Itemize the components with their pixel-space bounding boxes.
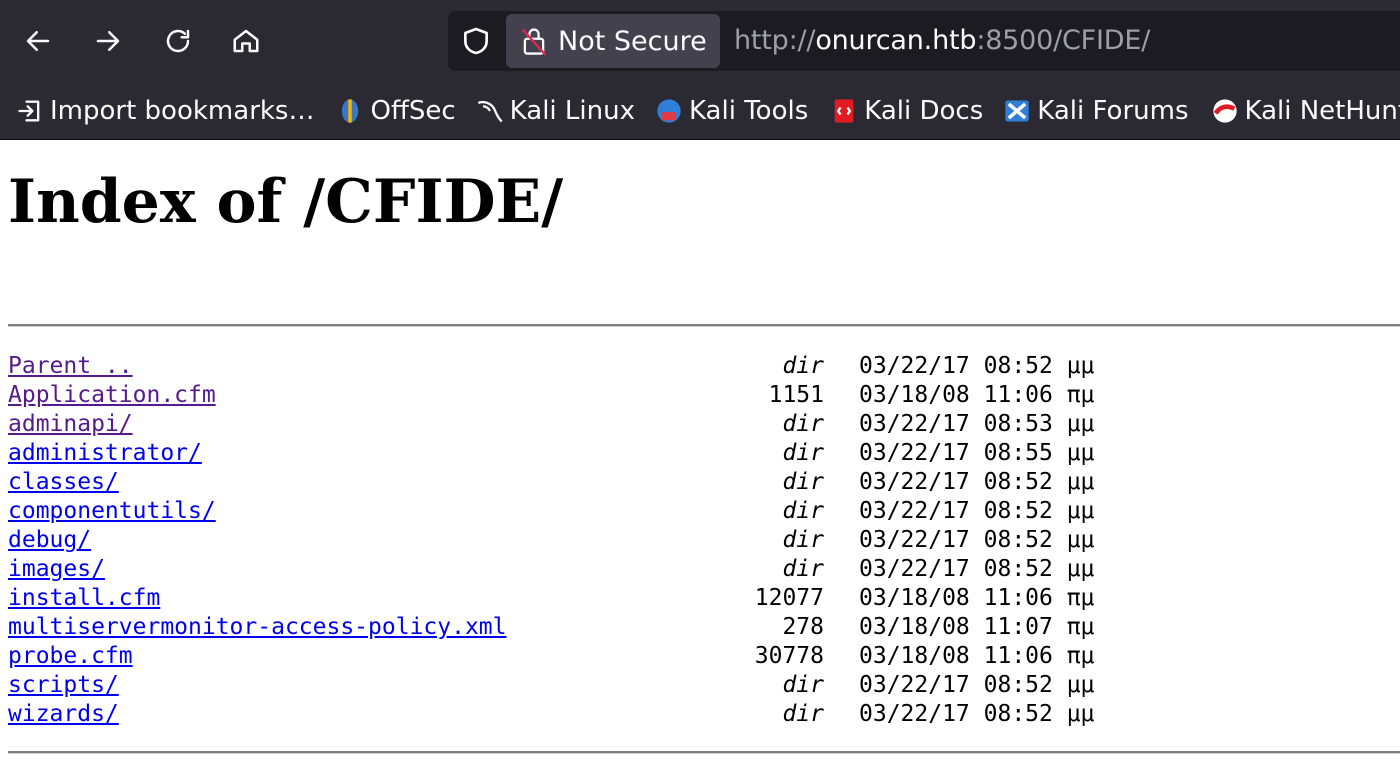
bookmark-label: OffSec <box>370 96 456 126</box>
insecure-lock-icon <box>521 28 547 56</box>
table-row: wizards/dir 03/22/17 08:52 μμ <box>8 700 1208 729</box>
page-content: Index of /CFIDE/ <box>0 140 1400 238</box>
file-size: dir <box>782 411 824 437</box>
kali-dragon-icon <box>476 97 504 125</box>
file-link[interactable]: probe.cfm <box>8 643 133 669</box>
bookmark-kali-linux[interactable]: Kali Linux <box>468 96 647 126</box>
url-path: :8500/CFIDE/ <box>976 25 1151 56</box>
table-row: install.cfm 12077 03/18/08 11:06 πμ <box>8 584 1208 613</box>
file-date: 03/22/17 08:52 μμ <box>859 353 1095 379</box>
file-size: dir <box>782 469 824 495</box>
file-date: 03/22/17 08:55 μμ <box>859 440 1095 466</box>
kali-tools-icon <box>655 97 683 125</box>
table-row: Parent .. dir 03/22/17 08:52 μμ <box>8 352 1208 381</box>
forward-button[interactable] <box>83 16 133 66</box>
page-title: Index of /CFIDE/ <box>8 167 564 237</box>
file-size: dir <box>782 556 824 582</box>
back-arrow-icon <box>26 31 50 51</box>
kali-forums-icon <box>1003 97 1031 125</box>
file-date: 03/18/08 11:06 πμ <box>859 382 1095 408</box>
bookmark-kali-docs[interactable]: Kali Docs <box>820 96 995 126</box>
directory-listing: Parent .. dir 03/22/17 08:52 μμ Application… <box>8 352 1208 729</box>
file-date: 03/22/17 08:52 μμ <box>859 556 1095 582</box>
table-row: administrator/dir 03/22/17 08:55 μμ <box>8 439 1208 468</box>
kali-docs-icon <box>830 97 858 125</box>
bookmark-label: Kali NetHunter <box>1244 96 1400 126</box>
bookmark-label: Import bookmarks… <box>50 96 315 126</box>
home-icon <box>233 29 259 53</box>
reload-icon <box>166 29 190 53</box>
url-host: onurcan.htb <box>815 25 977 56</box>
site-security-button[interactable]: Not Secure <box>506 14 720 68</box>
url-text[interactable]: http://onurcan.htb:8500/CFIDE/ <box>734 11 1150 71</box>
table-row: debug/dir 03/22/17 08:52 μμ <box>8 526 1208 555</box>
file-size: 278 <box>782 614 824 640</box>
file-link[interactable]: multiservermonitor-access-policy.xml <box>8 614 507 640</box>
home-button[interactable] <box>221 16 271 66</box>
forward-arrow-icon <box>96 31 120 51</box>
file-link[interactable]: images/ <box>8 556 105 582</box>
file-link[interactable]: Application.cfm <box>8 382 216 408</box>
table-row: adminapi/dir 03/22/17 08:53 μμ <box>8 410 1208 439</box>
nav-toolbar: Not Secure http://onurcan.htb:8500/CFIDE… <box>0 0 1400 82</box>
file-link[interactable]: adminapi/ <box>8 411 133 437</box>
file-size: dir <box>782 672 824 698</box>
table-row: componentutils/dir 03/22/17 08:52 μμ <box>8 497 1208 526</box>
bookmark-offsec[interactable]: OffSec <box>326 96 467 126</box>
reload-button[interactable] <box>153 16 203 66</box>
file-link[interactable]: wizards/ <box>8 701 119 727</box>
file-link[interactable]: install.cfm <box>8 585 160 611</box>
file-size: dir <box>782 527 824 553</box>
table-row: scripts/dir 03/22/17 08:52 μμ <box>8 671 1208 700</box>
file-date: 03/18/08 11:06 πμ <box>859 585 1095 611</box>
table-row: images/dir 03/22/17 08:52 μμ <box>8 555 1208 584</box>
url-bar[interactable]: Not Secure http://onurcan.htb:8500/CFIDE… <box>448 11 1400 71</box>
bookmark-kali-nethunter[interactable]: Kali NetHunter <box>1201 96 1400 126</box>
table-row: multiservermonitor-access-policy.xml 278 0… <box>8 613 1208 642</box>
bookmark-label: Kali Tools <box>688 96 809 126</box>
file-link[interactable]: componentutils/ <box>8 498 216 524</box>
bookmark-kali-tools[interactable]: Kali Tools <box>647 96 820 126</box>
file-size: 12077 <box>754 585 824 611</box>
table-row: probe.cfm 30778 03/18/08 11:06 πμ <box>8 642 1208 671</box>
chrome-divider <box>0 139 1400 140</box>
file-date: 03/18/08 11:06 πμ <box>859 643 1095 669</box>
top-rule <box>8 324 1400 327</box>
file-date: 03/22/17 08:53 μμ <box>859 411 1095 437</box>
table-row: classes/dir 03/22/17 08:52 μμ <box>8 468 1208 497</box>
import-icon <box>16 97 44 125</box>
file-link[interactable]: administrator/ <box>8 440 202 466</box>
file-date: 03/22/17 08:52 μμ <box>859 498 1095 524</box>
file-link[interactable]: Parent .. <box>8 353 133 379</box>
kali-nethunter-icon <box>1211 97 1239 125</box>
file-date: 03/22/17 08:52 μμ <box>859 527 1095 553</box>
file-size: dir <box>782 440 824 466</box>
file-size: dir <box>782 498 824 524</box>
offsec-icon <box>336 97 364 125</box>
bookmark-kali-forums[interactable]: Kali Forums <box>995 96 1200 126</box>
file-link[interactable]: scripts/ <box>8 672 119 698</box>
file-date: 03/18/08 11:07 πμ <box>859 614 1095 640</box>
not-secure-label: Not Secure <box>558 25 707 57</box>
back-button[interactable] <box>13 16 63 66</box>
file-size: 1151 <box>768 382 824 408</box>
bookmark-label: Kali Forums <box>1037 96 1189 126</box>
table-row: Application.cfm 1151 03/18/08 11:06 πμ <box>8 381 1208 410</box>
bookmark-import[interactable]: Import bookmarks… <box>0 96 326 126</box>
bottom-rule <box>8 751 1400 754</box>
file-date: 03/22/17 08:52 μμ <box>859 701 1095 727</box>
bookmark-label: Kali Docs <box>864 96 984 126</box>
url-scheme: http:// <box>734 25 816 56</box>
file-size: dir <box>782 353 824 379</box>
bookmarks-toolbar: Import bookmarks… OffSec Kali Linux Kali… <box>0 82 1400 140</box>
bookmark-label: Kali Linux <box>509 96 635 126</box>
file-size: 30778 <box>754 643 824 669</box>
file-link[interactable]: debug/ <box>8 527 91 553</box>
browser-chrome: Not Secure http://onurcan.htb:8500/CFIDE… <box>0 0 1400 140</box>
tracking-protection-shield-icon[interactable] <box>460 25 492 57</box>
file-link[interactable]: classes/ <box>8 469 119 495</box>
file-date: 03/22/17 08:52 μμ <box>859 469 1095 495</box>
file-date: 03/22/17 08:52 μμ <box>859 672 1095 698</box>
file-size: dir <box>782 701 824 727</box>
